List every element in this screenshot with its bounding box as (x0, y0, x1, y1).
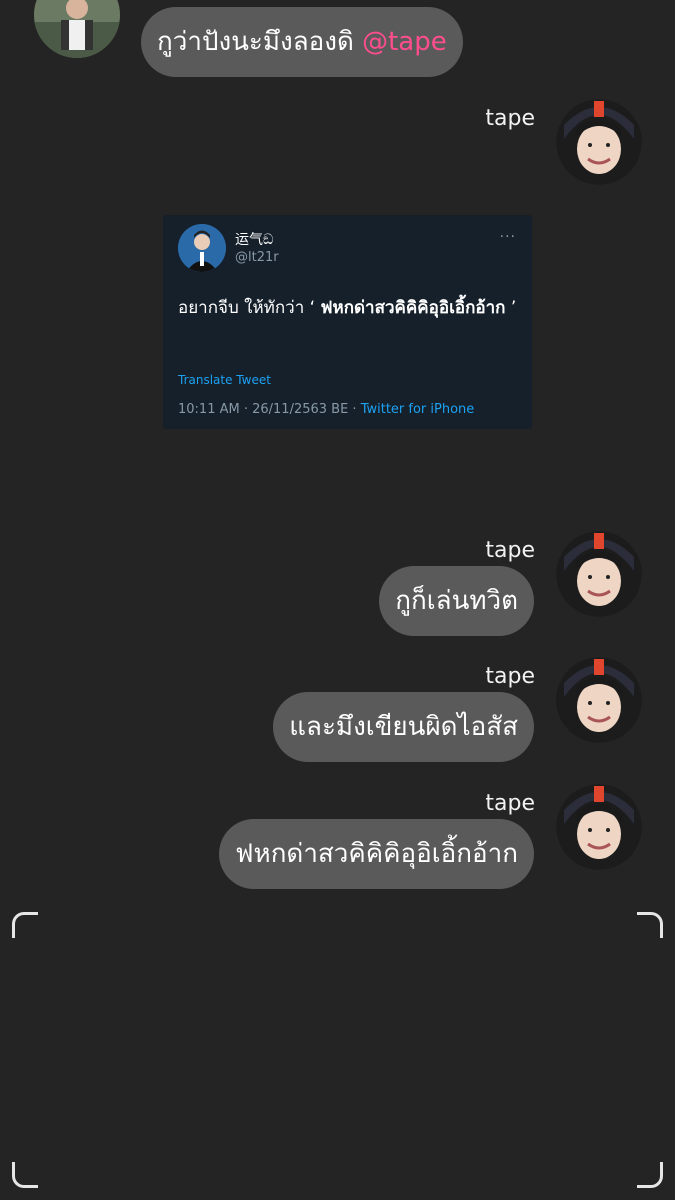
message-bubble[interactable]: ฟหกด่าสวคิคิคิอุอิเอิ้กอ้าก (219, 819, 534, 889)
frame-corner-icon (637, 1162, 663, 1188)
sender-avatar[interactable] (556, 657, 642, 743)
tweet-body-suffix: ’ (505, 298, 517, 318)
tweet-source-link[interactable]: Twitter for iPhone (361, 402, 475, 417)
sender-name: tape (485, 664, 535, 689)
sender-name: tape (485, 106, 535, 131)
message-text: และมึงเขียนผิดไอสัส (289, 712, 518, 742)
message-bubble[interactable]: และมึงเขียนผิดไอสัส (273, 692, 534, 762)
tweet-author-avatar[interactable] (178, 224, 226, 272)
tweet-author-handle[interactable]: @lt21r (235, 250, 279, 265)
frame-corner-icon (637, 912, 663, 938)
sender-name: tape (485, 791, 535, 816)
tweet-meta: 10:11 AM · 26/11/2563 BE · Twitter for i… (178, 402, 474, 417)
tweet-author-name[interactable]: 运气ඞ (235, 229, 273, 249)
avatar-photo-icon (178, 224, 226, 272)
message-text: กูก็เล่นทวิต (395, 586, 518, 616)
chat-screen: กูว่าปังนะมึงลองดิ @tape tape 运气ඞ @lt21r… (0, 0, 675, 1200)
avatar-photo-icon (556, 784, 642, 870)
mention-link[interactable]: @tape (362, 27, 447, 57)
tweet-body-bold: ฟหกด่าสวคิคิคิอุอิเอิ้กอ้าก (320, 298, 506, 318)
tweet-body-prefix: อยากจีบ ให้ทักว่า ‘ (178, 298, 321, 318)
message-bubble-top[interactable]: กูว่าปังนะมึงลองดิ @tape (141, 7, 463, 77)
more-options-icon[interactable]: ··· (500, 229, 516, 245)
sender-avatar[interactable] (556, 784, 642, 870)
avatar-photo-icon (556, 657, 642, 743)
frame-corner-icon (12, 912, 38, 938)
translate-tweet-link[interactable]: Translate Tweet (178, 373, 271, 387)
avatar-photo-icon (556, 99, 642, 185)
embedded-tweet-card[interactable]: 运气ඞ @lt21r ··· อยากจีบ ให้ทักว่า ‘ ฟหกด่… (163, 215, 532, 429)
sender-avatar[interactable] (556, 531, 642, 617)
avatar-photo-icon (556, 531, 642, 617)
message-text: กูว่าปังนะมึงลองดิ (157, 27, 354, 57)
message-bubble[interactable]: กูก็เล่นทวิต (379, 566, 534, 636)
other-user-avatar[interactable] (34, 0, 120, 58)
sender-name: tape (485, 538, 535, 563)
sender-avatar[interactable] (556, 99, 642, 185)
frame-corner-icon (12, 1162, 38, 1188)
tweet-body: อยากจีบ ให้ทักว่า ‘ ฟหกด่าสวคิคิคิอุอิเอ… (178, 293, 518, 323)
message-text: ฟหกด่าสวคิคิคิอุอิเอิ้กอ้าก (235, 839, 518, 869)
avatar-photo-icon (34, 0, 120, 58)
tweet-timestamp: 10:11 AM · 26/11/2563 BE · (178, 402, 361, 417)
